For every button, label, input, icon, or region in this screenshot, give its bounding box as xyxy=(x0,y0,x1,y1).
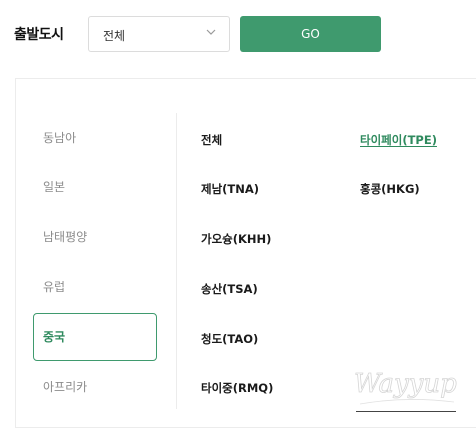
region-item-europe[interactable]: 유럽 xyxy=(33,263,157,311)
page: 출발도시 전체 GO 동남아 일본 남태평양 유럽 중국 아프리카 전체 제남(… xyxy=(0,0,476,434)
watermark-text: Wayyup xyxy=(354,369,457,399)
region-list: 동남아 일본 남태평양 유럽 중국 아프리카 xyxy=(16,79,176,427)
panel-divider xyxy=(176,113,177,409)
city-item[interactable]: 송산(TSA) xyxy=(201,281,258,297)
departure-city-select[interactable]: 전체 xyxy=(88,16,230,52)
watermark-underline xyxy=(356,411,456,412)
city-item[interactable]: 홍콩(HKG) xyxy=(360,181,420,197)
city-item-selected[interactable]: 타이페이(TPE) xyxy=(360,132,437,148)
watermark-logo: Wayyup xyxy=(354,369,457,405)
go-button[interactable]: GO xyxy=(240,16,381,52)
departure-city-label: 출발도시 xyxy=(14,27,64,43)
departure-search-bar: 출발도시 전체 GO xyxy=(0,0,476,68)
departure-city-select-value: 전체 xyxy=(103,29,126,43)
city-item[interactable]: 청도(TAO) xyxy=(201,331,258,347)
city-item[interactable]: 전체 xyxy=(201,132,222,148)
region-item-africa[interactable]: 아프리카 xyxy=(33,363,157,411)
region-item-southeast-asia[interactable]: 동남아 xyxy=(33,114,157,162)
city-item[interactable]: 타이중(RMQ) xyxy=(201,380,273,396)
city-item[interactable]: 제남(TNA) xyxy=(201,181,259,197)
region-item-south-pacific[interactable]: 남태평양 xyxy=(33,213,157,261)
region-item-japan[interactable]: 일본 xyxy=(33,163,157,211)
city-item[interactable]: 가오슝(KHH) xyxy=(201,231,271,247)
region-item-china[interactable]: 중국 xyxy=(33,313,157,361)
chevron-down-icon xyxy=(206,29,216,35)
